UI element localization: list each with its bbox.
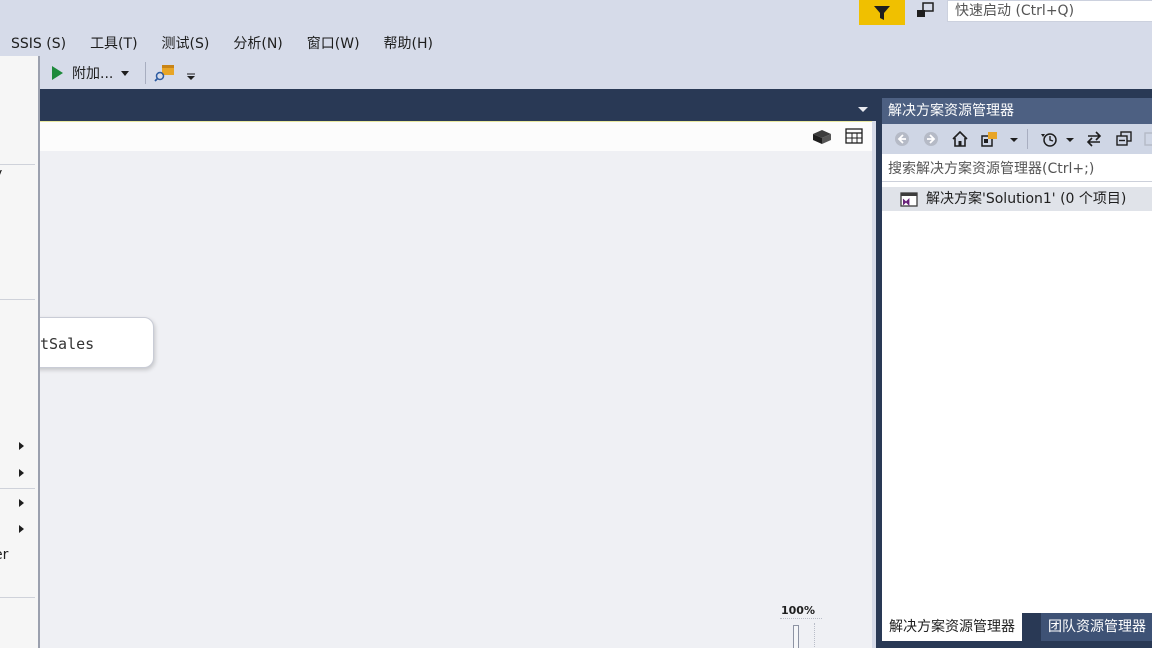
menu-item-text[interactable]: y — [0, 166, 2, 182]
solution-node[interactable]: 解决方案'Solution1' (0 个项目) — [882, 187, 1152, 211]
notification-button[interactable] — [859, 0, 905, 25]
home-icon[interactable] — [951, 130, 969, 148]
document-tab-well — [40, 89, 876, 121]
menu-help[interactable]: 帮助(H) — [373, 30, 446, 58]
panel-title[interactable]: 解决方案资源管理器 — [882, 98, 1152, 124]
standard-toolbar: 附加... — [40, 58, 870, 88]
menu-window[interactable]: 窗口(W) — [296, 30, 373, 58]
table-icon[interactable] — [844, 127, 864, 145]
vs-window: 快速启动 (Ctrl+Q) SSIS (S) 工具(T) 测试(S) 分析(N)… — [0, 0, 1152, 648]
solution-explorer-toolbar — [882, 124, 1152, 154]
chevron-down-icon[interactable] — [121, 70, 130, 76]
collapse-icon[interactable] — [1115, 130, 1133, 148]
package-designer[interactable]: tSales 100% — [10, 121, 872, 648]
cube-icon[interactable] — [812, 128, 832, 146]
submenu-arrow-icon[interactable] — [19, 525, 24, 533]
chevron-down-icon[interactable] — [1066, 138, 1074, 142]
menu-tools[interactable]: 工具(T) — [79, 30, 150, 58]
history-icon[interactable] — [1040, 130, 1058, 148]
toolbar-separator — [1027, 129, 1028, 149]
solution-label: 解决方案'Solution1' (0 个项目) — [926, 191, 1127, 207]
menu-analyze[interactable]: 分析(N) — [222, 30, 295, 58]
sync-icon[interactable] — [1085, 130, 1103, 148]
zoom-ticks — [814, 623, 817, 648]
copy-icon[interactable] — [1142, 130, 1152, 148]
feedback-button[interactable] — [912, 0, 938, 22]
tab-dropdown-icon[interactable] — [858, 107, 868, 112]
quick-launch-input[interactable]: 快速启动 (Ctrl+Q) — [947, 0, 1152, 22]
solution-icon — [900, 192, 918, 207]
tool-window-tabs: 解决方案资源管理器 团队资源管理器 — [882, 613, 1152, 648]
back-icon[interactable] — [893, 130, 911, 148]
solution-explorer: 解决方案资源管理器 搜索解决方案资源管理器(Ctrl+;) 解决方案'Solut… — [882, 98, 1152, 648]
menu-test[interactable]: 测试(S) — [151, 30, 223, 58]
submenu-arrow-icon[interactable] — [19, 469, 24, 477]
tab-team-explorer[interactable]: 团队资源管理器 — [1041, 613, 1152, 641]
attach-label: 附加... — [72, 66, 114, 82]
solution-search-input[interactable]: 搜索解决方案资源管理器(Ctrl+;) — [882, 156, 1152, 182]
menu-separator — [0, 164, 35, 165]
filter-icon — [874, 5, 890, 20]
overflow-icon[interactable] — [186, 73, 196, 81]
find-icon[interactable] — [154, 62, 176, 84]
menu-separator — [0, 597, 35, 598]
tab-solution-explorer[interactable]: 解决方案资源管理器 — [882, 613, 1022, 641]
menu-separator — [0, 488, 35, 489]
toolbar-separator — [145, 62, 146, 84]
forward-icon[interactable] — [922, 130, 940, 148]
chevron-down-icon[interactable] — [1010, 138, 1018, 142]
menu-separator — [0, 299, 35, 300]
context-menu: y er — [0, 56, 40, 648]
zoom-level: 100% — [781, 604, 815, 617]
menu-item-text[interactable]: er — [0, 547, 8, 563]
submenu-arrow-icon[interactable] — [19, 442, 24, 450]
play-icon — [52, 66, 63, 80]
attach-button[interactable]: 附加... — [52, 62, 130, 84]
menu-bar: SSIS (S) 工具(T) 测试(S) 分析(N) 窗口(W) 帮助(H) — [0, 30, 446, 58]
zoom-slider[interactable] — [780, 618, 822, 648]
designer-toolbar — [40, 122, 872, 151]
task-label: tSales — [40, 335, 95, 353]
feedback-icon — [917, 2, 934, 17]
menu-ssis[interactable]: SSIS (S) — [0, 30, 79, 58]
switch-views-icon[interactable] — [981, 130, 999, 148]
zoom-slider-thumb[interactable] — [793, 625, 799, 648]
submenu-arrow-icon[interactable] — [19, 499, 24, 507]
